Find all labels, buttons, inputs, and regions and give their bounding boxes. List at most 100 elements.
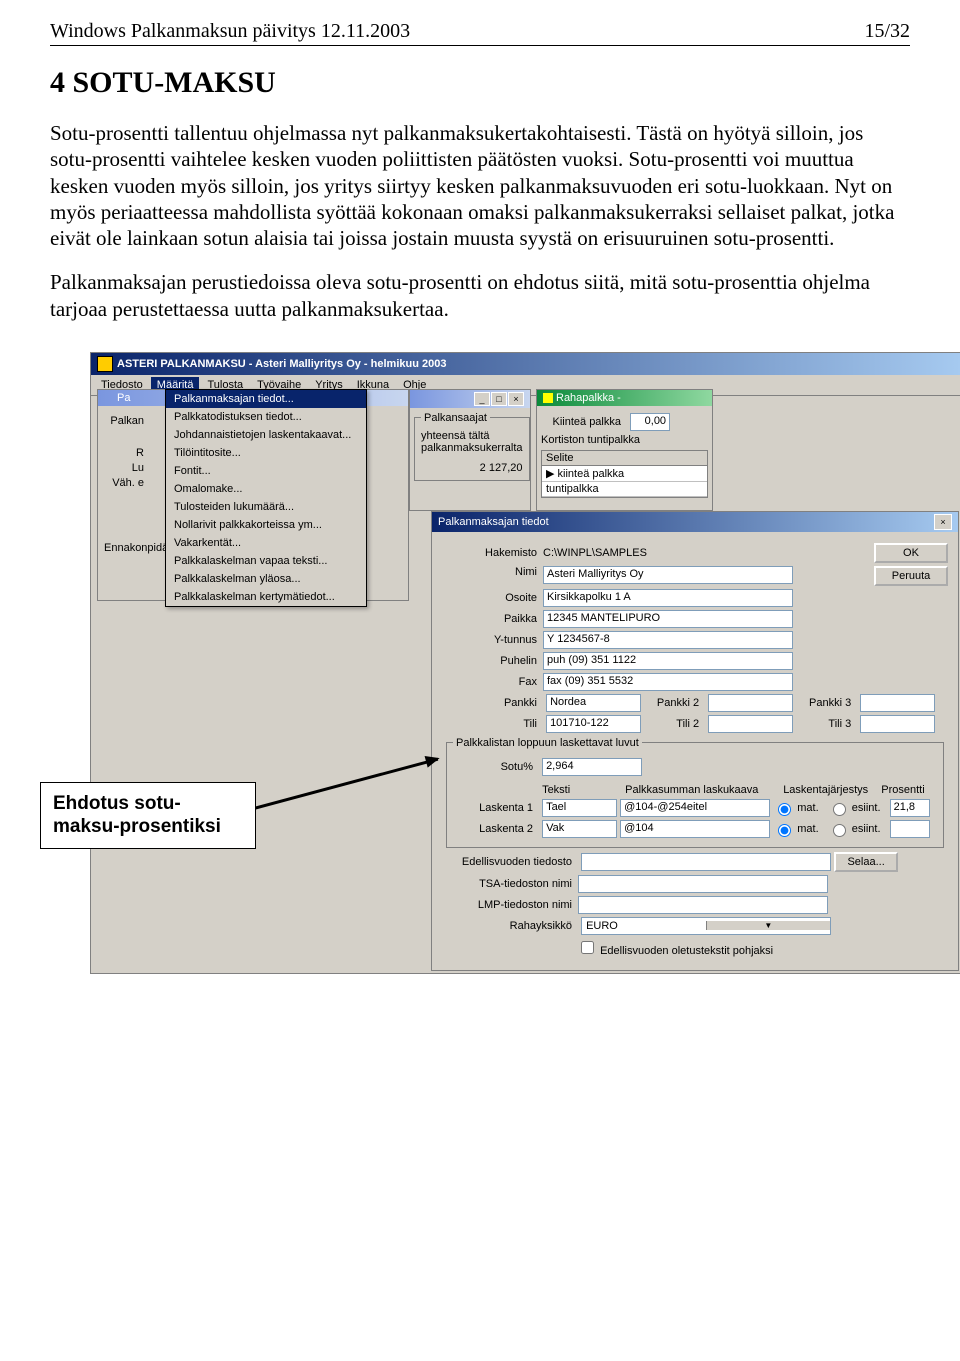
dialog-palkanmaksajan: Palkanmaksajan tiedot × Hakemisto C:\WIN…: [431, 511, 959, 971]
tili3-field[interactable]: [860, 715, 935, 733]
window-icon: [104, 393, 114, 403]
app-title: ASTERI PALKANMAKSU - Asteri Malliyritys …: [117, 358, 446, 370]
right-sub-title-text: Rahapalkka -: [556, 392, 621, 404]
pankki3-field[interactable]: [860, 694, 935, 712]
col-kaava: Palkkasumman laskukaava: [625, 784, 780, 796]
menu-item[interactable]: Fontit...: [166, 462, 366, 480]
hakemisto-label: Hakemisto: [442, 547, 543, 559]
tili3-label: Tili 3: [796, 718, 857, 730]
tili-field[interactable]: 101710-122: [546, 715, 641, 733]
laskenta1-pros[interactable]: 21,8: [890, 799, 930, 817]
selaa-button[interactable]: Selaa...: [834, 852, 898, 872]
pankki2-label: Pankki 2: [644, 697, 705, 709]
laskenta1-label: Laskenta 1: [453, 802, 539, 814]
menu-item[interactable]: Tulosteiden lukumäärä...: [166, 498, 366, 516]
menu-item[interactable]: Nollarivit palkkakorteissa ym...: [166, 516, 366, 534]
paikka-label: Paikka: [442, 613, 543, 625]
section-title: 4 SOTU-MAKSU: [50, 66, 910, 100]
menu-item[interactable]: Tilöintitosite...: [166, 444, 366, 462]
line: palkanmaksukerralta: [421, 442, 523, 454]
close-icon[interactable]: ×: [508, 392, 524, 406]
dialog-title-text: Palkanmaksajan tiedot: [438, 516, 549, 528]
radio-esiint[interactable]: esiint.: [828, 802, 881, 814]
dialog-title: Palkanmaksajan tiedot ×: [432, 512, 958, 532]
grid-row[interactable]: tuntipalkka: [542, 482, 707, 497]
sotu-field[interactable]: 2,964: [542, 758, 642, 776]
rahayksikko-select[interactable]: EURO▼: [581, 917, 831, 935]
ytunnus-field[interactable]: Y 1234567-8: [543, 631, 793, 649]
osoite-field[interactable]: Kirsikkapolku 1 A: [543, 589, 793, 607]
window-icon: [543, 393, 553, 403]
lmp-label: LMP-tiedoston nimi: [442, 899, 578, 911]
puhelin-field[interactable]: puh (09) 351 1122: [543, 652, 793, 670]
fax-field[interactable]: fax (09) 351 5532: [543, 673, 793, 691]
peruuta-button[interactable]: Peruuta: [874, 566, 948, 586]
ytunnus-label: Y-tunnus: [442, 634, 543, 646]
lbl: Väh. e: [104, 477, 150, 489]
menu-item[interactable]: Palkkatodistuksen tiedot...: [166, 408, 366, 426]
laskenta2-teksti[interactable]: Vak: [542, 820, 617, 838]
paragraph-1: Sotu-prosentti tallentuu ohjelmassa nyt …: [50, 120, 910, 251]
nimi-field[interactable]: Asteri Malliyritys Oy: [543, 566, 793, 584]
callout-box: Ehdotus sotu-maksu-prosentiksi: [40, 782, 256, 850]
tili2-field[interactable]: [708, 715, 793, 733]
lbl: Palkan: [104, 415, 150, 427]
laskenta1-teksti[interactable]: Tael: [542, 799, 617, 817]
checkbox-oletustekstit[interactable]: Edellisvuoden oletustekstit pohjaksi: [577, 945, 773, 957]
pankki-label: Pankki: [442, 697, 543, 709]
puhelin-label: Puhelin: [442, 655, 543, 667]
dropdown-maarita[interactable]: Palkanmaksajan tiedot... Palkkatodistuks…: [165, 389, 367, 607]
max-icon[interactable]: □: [491, 392, 507, 406]
grid-header: Selite: [542, 451, 707, 466]
right-subwindow: Rahapalkka - Kiinteä palkka 0,00 Kortist…: [536, 389, 713, 511]
line: yhteensä tältä: [421, 430, 523, 442]
nimi-label: Nimi: [442, 566, 543, 586]
menu-item[interactable]: Vakarkentät...: [166, 534, 366, 552]
fax-label: Fax: [442, 676, 543, 688]
grid-row[interactable]: ▶ kiinteä palkka: [542, 466, 707, 482]
tsa-label: TSA-tiedoston nimi: [442, 878, 578, 890]
min-icon[interactable]: _: [474, 392, 490, 406]
lbl: R: [104, 447, 150, 459]
radio-esiint[interactable]: esiint.: [828, 823, 881, 835]
laskenta2-label: Laskenta 2: [453, 823, 539, 835]
sotu-label: Sotu%: [453, 761, 539, 773]
palkansaajat-legend: Palkansaajat: [421, 412, 490, 424]
menu-item[interactable]: Palkkalaskelman kertymätiedot...: [166, 588, 366, 606]
kiintea-value[interactable]: 0,00: [630, 413, 670, 431]
menu-item[interactable]: Palkkalaskelman vapaa teksti...: [166, 552, 366, 570]
pankki3-label: Pankki 3: [796, 697, 857, 709]
left-sub-title-text: Pa: [117, 392, 130, 404]
pankki-field[interactable]: Nordea: [546, 694, 641, 712]
tsa-field[interactable]: [578, 875, 828, 893]
total-value: 2 127,20: [421, 462, 523, 474]
hakemisto-value: C:\WINPL\SAMPLES: [543, 547, 874, 559]
menu-item[interactable]: Johdannaistietojen laskentakaavat...: [166, 426, 366, 444]
ok-button[interactable]: OK: [874, 543, 948, 563]
paikka-field[interactable]: 12345 MANTELIPURO: [543, 610, 793, 628]
osoite-label: Osoite: [442, 592, 543, 604]
pankki2-field[interactable]: [708, 694, 793, 712]
menu-item[interactable]: Palkkalaskelman yläosa...: [166, 570, 366, 588]
col-prosentti: Prosentti: [881, 784, 931, 796]
laskenta1-kaava[interactable]: @104-@254eitel: [620, 799, 770, 817]
right-sub-title: Rahapalkka -: [537, 390, 712, 406]
close-icon[interactable]: ×: [934, 514, 952, 530]
kortiston-label: Kortiston tuntipalkka: [541, 434, 667, 446]
chevron-down-icon: ▼: [706, 921, 831, 930]
menu-item-palkanmaksajan[interactable]: Palkanmaksajan tiedot...: [166, 390, 366, 408]
kiintea-label: Kiinteä palkka: [541, 416, 627, 428]
lmp-field[interactable]: [578, 896, 828, 914]
laskenta2-pros[interactable]: [890, 820, 930, 838]
tili2-label: Tili 2: [644, 718, 705, 730]
page-number: 15/32: [864, 20, 910, 43]
edellisvuoden-label: Edellisvuoden tiedosto: [442, 856, 578, 868]
menu-item[interactable]: Omalomake...: [166, 480, 366, 498]
radio-mat[interactable]: mat.: [773, 802, 818, 814]
rahayksikko-label: Rahayksikkö: [442, 920, 578, 932]
app-icon: [97, 356, 113, 372]
edellisvuoden-field[interactable]: [581, 853, 831, 871]
lbl: Lu: [104, 462, 150, 474]
laskenta2-kaava[interactable]: @104: [620, 820, 770, 838]
radio-mat[interactable]: mat.: [773, 823, 818, 835]
